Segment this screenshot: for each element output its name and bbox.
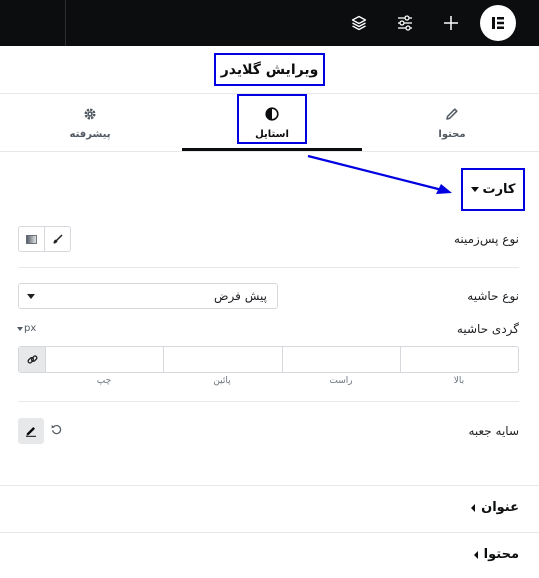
section-title: کارت [482, 182, 516, 197]
radius-left-input[interactable] [46, 347, 165, 372]
reset-icon[interactable] [49, 422, 63, 436]
toolbar-divider [65, 0, 66, 46]
box-shadow-label: سایه جعبه [468, 424, 519, 438]
border-type-select[interactable]: پیش فرض [18, 283, 278, 309]
tab-label: پیشرفته [69, 128, 111, 140]
box-shadow-edit-button[interactable] [18, 418, 44, 444]
accordion-label: عنوان [481, 500, 519, 515]
dimension-label-right: راست [329, 376, 353, 386]
border-type-value: پیش فرض [214, 289, 267, 303]
gradient-icon[interactable] [19, 227, 44, 251]
top-toolbar [0, 0, 539, 46]
radius-bottom-input[interactable] [164, 347, 283, 372]
radius-right-input[interactable] [283, 347, 401, 372]
pencil-icon [25, 422, 37, 441]
border-radius-dimensions [18, 346, 519, 373]
divider [18, 401, 519, 402]
gear-icon [83, 107, 97, 124]
background-type-control [18, 226, 71, 252]
layers-icon[interactable] [347, 11, 371, 35]
dimension-label-left: چپ [96, 376, 112, 386]
caret-left-icon [473, 550, 478, 559]
chevron-down-icon [27, 294, 35, 299]
annotation-arrow [307, 154, 452, 194]
plus-icon[interactable] [439, 11, 463, 35]
link-icon[interactable] [19, 347, 46, 372]
settings-sliders-icon[interactable] [393, 11, 417, 35]
background-type-label: نوع پس‌زمینه [453, 232, 519, 246]
unit-label: px [24, 323, 37, 334]
border-type-label: نوع حاشیه [467, 289, 519, 303]
radius-top-input[interactable] [401, 347, 518, 372]
section-title-accordion[interactable]: عنوان [0, 485, 539, 532]
dimension-label-bottom: پائین [213, 376, 231, 386]
tab-bar: پیشرفته استایل محتوا [0, 94, 539, 152]
caret-down-icon [470, 187, 479, 192]
tab-label: محتوا [438, 128, 466, 140]
brush-icon[interactable] [44, 227, 70, 251]
tab-content[interactable]: محتوا [362, 94, 539, 152]
section-content-accordion[interactable]: محتوا [0, 532, 539, 578]
highlight-box-style-tab [237, 94, 307, 144]
unit-switcher[interactable]: px [17, 323, 37, 334]
caret-left-icon [471, 503, 476, 512]
dimension-label-top: بالا [453, 376, 465, 386]
pencil-icon [445, 107, 459, 124]
panel-header: ویرایش گلایدر [0, 46, 539, 94]
chevron-down-icon [17, 327, 23, 331]
border-radius-label: گردی حاشیه [456, 322, 519, 336]
section-card-toggle[interactable]: کارت [461, 168, 525, 211]
accordion-label: محتوا [483, 547, 519, 562]
divider [18, 267, 519, 268]
elementor-logo-icon[interactable] [480, 5, 516, 41]
tab-advanced[interactable]: پیشرفته [0, 94, 180, 152]
panel-title: ویرایش گلایدر [214, 53, 325, 86]
